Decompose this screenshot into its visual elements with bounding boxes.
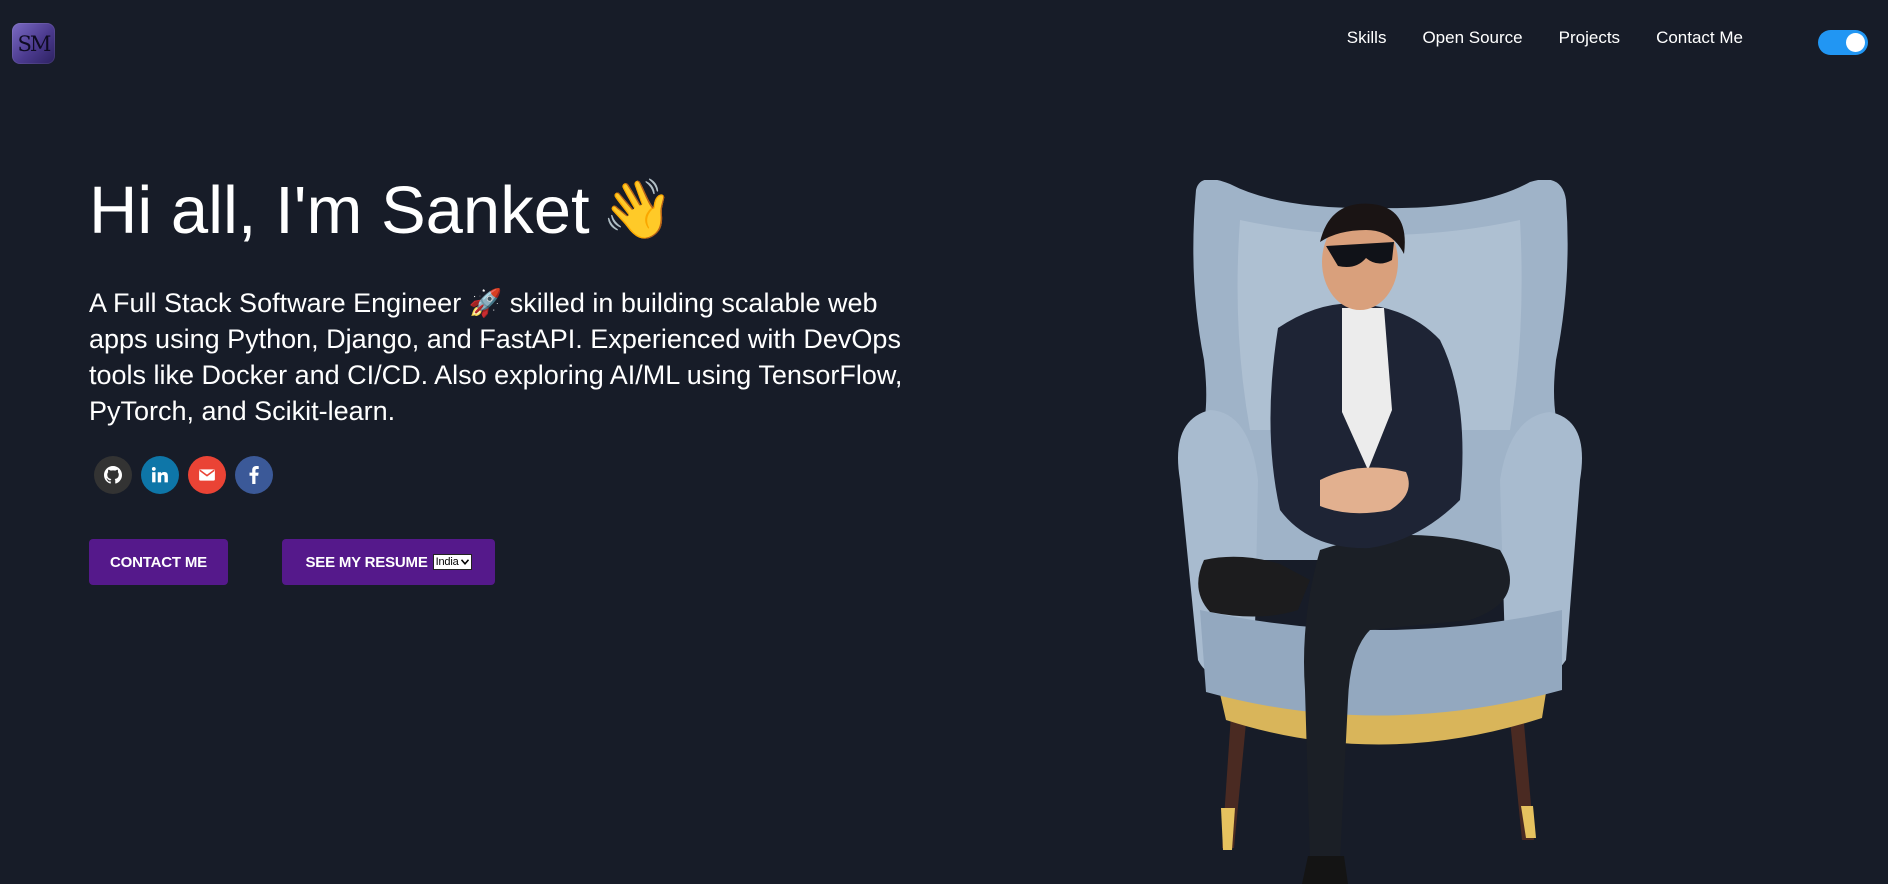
linkedin-icon [151,467,168,483]
theme-toggle-knob [1846,33,1865,52]
social-links [94,456,273,494]
person-shoe [1198,556,1310,617]
nav-skills[interactable]: Skills [1347,28,1387,48]
see-resume-button[interactable]: SEE MY RESUME India [282,539,495,585]
nav-projects[interactable]: Projects [1559,28,1620,48]
hero-title-text: Hi all, I'm Sanket [89,173,590,248]
top-nav: Skills Open Source Projects Contact Me [1347,28,1743,48]
github-link[interactable] [94,456,132,494]
portrait-image [1178,180,1582,884]
resume-region-select[interactable]: India [432,554,472,570]
nav-open-source[interactable]: Open Source [1422,28,1522,48]
github-icon [104,466,122,484]
email-link[interactable] [188,456,226,494]
facebook-link[interactable] [235,456,273,494]
chevron-down-icon [460,559,469,565]
resume-region-value: India [435,556,459,568]
contact-me-button[interactable]: CONTACT ME [89,539,228,585]
mail-icon [199,469,215,481]
hero-subtitle: A Full Stack Software Engineer 🚀 skilled… [89,288,903,426]
facebook-icon [249,466,259,484]
hero-title: Hi all, I'm Sanket 👋 [89,168,674,253]
theme-toggle[interactable] [1818,30,1868,55]
nav-contact-me[interactable]: Contact Me [1656,28,1743,48]
linkedin-link[interactable] [141,456,179,494]
portfolio-page: SM Skills Open Source Projects Contact M… [0,0,1888,884]
logo-text: SM [17,31,52,56]
see-resume-label: SEE MY RESUME [305,553,428,571]
waving-hand-icon: 👋 [601,177,674,242]
site-logo[interactable]: SM [12,23,55,64]
